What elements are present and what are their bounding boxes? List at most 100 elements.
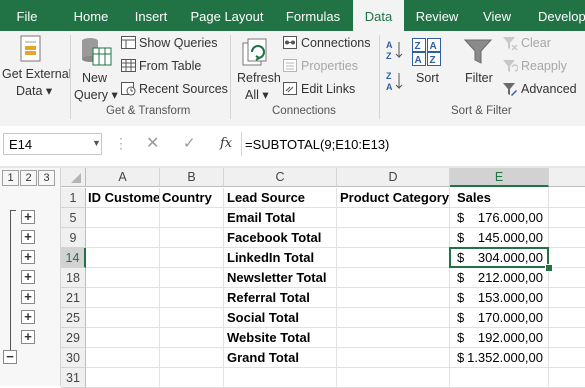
expand-row-5-button[interactable]: + xyxy=(21,210,35,224)
cell-d1[interactable]: Product Category xyxy=(337,188,450,208)
cell-c21[interactable]: Referral Total xyxy=(224,288,337,308)
expand-row-25-button[interactable]: + xyxy=(21,310,35,324)
expand-row-21-button[interactable]: + xyxy=(21,290,35,304)
tab-insert[interactable]: Insert xyxy=(124,0,178,31)
collapse-all-button[interactable]: − xyxy=(3,350,17,364)
cell-c25[interactable]: Social Total xyxy=(224,308,337,328)
column-header-a[interactable]: A xyxy=(86,168,160,187)
cell-b31[interactable] xyxy=(160,368,224,388)
cell-f29[interactable] xyxy=(549,328,585,348)
cell-c9[interactable]: Facebook Total xyxy=(224,228,337,248)
cell-e1[interactable]: Sales xyxy=(450,188,549,208)
tab-developer[interactable]: Develope xyxy=(532,0,585,31)
cell-b25[interactable] xyxy=(160,308,224,328)
tab-data[interactable]: Data xyxy=(353,0,404,31)
cell-f25[interactable] xyxy=(549,308,585,328)
cell-b30[interactable] xyxy=(160,348,224,368)
cell-d21[interactable] xyxy=(337,288,450,308)
cell-e25[interactable]: $170.000,00 xyxy=(450,308,549,328)
row-header[interactable]: 29 xyxy=(61,328,86,348)
enter-check-icon[interactable]: ✓ xyxy=(183,133,196,155)
cell-a30[interactable] xyxy=(86,348,160,368)
expand-row-9-button[interactable]: + xyxy=(21,230,35,244)
expand-row-14-button[interactable]: + xyxy=(21,250,35,264)
column-header-b[interactable]: B xyxy=(160,168,224,187)
row-header[interactable]: 30 xyxy=(61,348,86,368)
fill-handle[interactable] xyxy=(545,264,553,272)
tab-page-layout[interactable]: Page Layout xyxy=(185,0,269,31)
cell-a18[interactable] xyxy=(86,268,160,288)
cancel-icon[interactable]: ✕ xyxy=(146,133,159,155)
expand-row-29-button[interactable]: + xyxy=(21,330,35,344)
cell-d29[interactable] xyxy=(337,328,450,348)
cell-f18[interactable] xyxy=(549,268,585,288)
outline-level-2-button[interactable]: 2 xyxy=(20,170,37,186)
row-header[interactable]: 14 xyxy=(61,248,86,268)
cell-d14[interactable] xyxy=(337,248,450,268)
tab-view[interactable]: View xyxy=(472,0,522,31)
cell-e29[interactable]: $192.000,00 xyxy=(450,328,549,348)
cell-b14[interactable] xyxy=(160,248,224,268)
cell-c30[interactable]: Grand Total xyxy=(224,348,337,368)
cell-d5[interactable] xyxy=(337,208,450,228)
cell-f5[interactable] xyxy=(549,208,585,228)
row-header[interactable]: 9 xyxy=(61,228,86,248)
cell-d9[interactable] xyxy=(337,228,450,248)
tab-file[interactable]: File xyxy=(0,0,54,31)
row-header[interactable]: 5 xyxy=(61,208,86,228)
select-all-corner[interactable] xyxy=(61,168,86,187)
cell-f21[interactable] xyxy=(549,288,585,308)
cell-c18[interactable]: Newsletter Total xyxy=(224,268,337,288)
cell-a21[interactable] xyxy=(86,288,160,308)
cell-f31[interactable] xyxy=(549,368,585,388)
cell-b29[interactable] xyxy=(160,328,224,348)
insert-function-icon[interactable]: fx xyxy=(220,133,232,155)
cell-a31[interactable] xyxy=(86,368,160,388)
cell-d31[interactable] xyxy=(337,368,450,388)
row-header[interactable]: 25 xyxy=(61,308,86,328)
cell-b18[interactable] xyxy=(160,268,224,288)
expand-row-18-button[interactable]: + xyxy=(21,270,35,284)
cell-c14[interactable]: LinkedIn Total xyxy=(224,248,337,268)
cell-e21[interactable]: $153.000,00 xyxy=(450,288,549,308)
tab-review[interactable]: Review xyxy=(410,0,464,31)
tab-home[interactable]: Home xyxy=(62,0,120,31)
cell-d25[interactable] xyxy=(337,308,450,328)
row-header[interactable]: 21 xyxy=(61,288,86,308)
tab-formulas[interactable]: Formulas xyxy=(278,0,348,31)
cell-a1[interactable]: ID Custome xyxy=(86,188,160,208)
column-header-d[interactable]: D xyxy=(337,168,450,187)
column-header-f[interactable] xyxy=(549,168,585,187)
column-header-e[interactable]: E xyxy=(450,168,549,187)
cell-e5[interactable]: $176.000,00 xyxy=(450,208,549,228)
cell-a9[interactable] xyxy=(86,228,160,248)
name-box-dropdown-icon[interactable]: ▼ xyxy=(92,138,101,148)
cell-a29[interactable] xyxy=(86,328,160,348)
row-header[interactable]: 18 xyxy=(61,268,86,288)
cell-e9[interactable]: $145.000,00 xyxy=(450,228,549,248)
name-box[interactable]: E14 xyxy=(3,133,102,155)
outline-level-1-button[interactable]: 1 xyxy=(2,170,19,186)
outline-level-3-button[interactable]: 3 xyxy=(38,170,55,186)
cell-f9[interactable] xyxy=(549,228,585,248)
cell-c29[interactable]: Website Total xyxy=(224,328,337,348)
cell-c5[interactable]: Email Total xyxy=(224,208,337,228)
cell-b5[interactable] xyxy=(160,208,224,228)
cell-b1[interactable]: Country xyxy=(160,188,224,208)
cell-b9[interactable] xyxy=(160,228,224,248)
cell-e30[interactable]: $1.352.000,00 xyxy=(450,348,549,368)
cell-b21[interactable] xyxy=(160,288,224,308)
column-header-c[interactable]: C xyxy=(224,168,337,187)
cell-a14[interactable] xyxy=(86,248,160,268)
formula-input[interactable]: =SUBTOTAL(9;E10:E13) xyxy=(245,133,583,155)
cell-e31[interactable] xyxy=(450,368,549,388)
cell-f30[interactable] xyxy=(549,348,585,368)
cell-d18[interactable] xyxy=(337,268,450,288)
cell-a25[interactable] xyxy=(86,308,160,328)
cell-a5[interactable] xyxy=(86,208,160,228)
cell-c1[interactable]: Lead Source xyxy=(224,188,337,208)
row-header[interactable]: 1 xyxy=(61,188,86,208)
cell-e18[interactable]: $212.000,00 xyxy=(450,268,549,288)
row-header[interactable]: 31 xyxy=(61,368,86,388)
cell-f14[interactable] xyxy=(549,248,585,268)
